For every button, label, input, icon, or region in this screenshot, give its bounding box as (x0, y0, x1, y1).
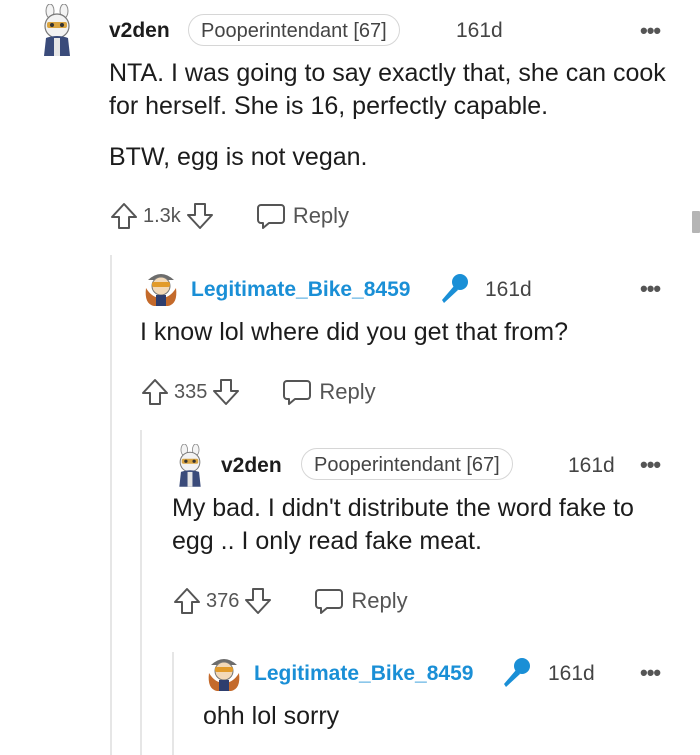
reply-icon (281, 377, 313, 407)
vote-score: 335 (174, 380, 208, 403)
user-flair: Pooperintendant [67] (301, 448, 513, 480)
reply-button[interactable]: Reply (313, 586, 408, 616)
comment-age: 161d (485, 278, 532, 301)
avatar[interactable] (203, 653, 245, 693)
reply-button[interactable]: Reply (255, 201, 349, 231)
avatar[interactable] (36, 4, 78, 60)
comment-age: 161d (568, 454, 615, 477)
thread-line (140, 430, 142, 755)
reply-icon (255, 201, 287, 231)
comment-age: 161d (456, 19, 503, 42)
reply-label: Reply (319, 379, 376, 404)
author-name[interactable]: Legitimate_Bike_8459 (191, 278, 410, 302)
scrollbar-thumb[interactable] (692, 211, 700, 233)
comment-paragraph: ohh lol sorry (203, 702, 340, 730)
user-flair: Pooperintendant [67] (188, 14, 400, 46)
upvote-icon[interactable] (140, 377, 170, 407)
upvote-icon[interactable] (109, 201, 139, 231)
reply-button[interactable]: Reply (281, 377, 376, 407)
comment-paragraph: BTW, egg is not vegan. (109, 143, 368, 171)
action-bar: 335 Reply (140, 375, 376, 409)
action-bar: 376 Reply (172, 584, 408, 618)
author-name[interactable]: Legitimate_Bike_8459 (254, 662, 473, 686)
avatar[interactable] (172, 444, 208, 490)
vote-score: 1.3k (143, 204, 181, 227)
microphone-icon[interactable] (436, 271, 472, 307)
downvote-icon[interactable] (211, 377, 241, 407)
downvote-icon[interactable] (243, 586, 273, 616)
vote-score: 376 (206, 589, 240, 612)
reply-label: Reply (351, 588, 408, 613)
action-bar: 1.3k Reply (109, 199, 349, 233)
more-options-icon[interactable]: ••• (640, 660, 661, 686)
more-options-icon[interactable]: ••• (640, 276, 661, 302)
more-options-icon[interactable]: ••• (640, 452, 661, 478)
more-options-icon[interactable]: ••• (640, 18, 661, 44)
downvote-icon[interactable] (185, 201, 215, 231)
microphone-icon[interactable] (498, 655, 534, 691)
thread-line (172, 652, 174, 755)
comment-paragraph: I know lol where did you get that from? (140, 318, 569, 346)
thread-line (110, 255, 112, 755)
comment-paragraph: My bad. I didn't distribute the word fak… (172, 494, 634, 555)
author-name[interactable]: v2den (109, 19, 170, 43)
author-name[interactable]: v2den (221, 454, 282, 478)
comment-age: 161d (548, 662, 595, 685)
comment-paragraph: NTA. I was going to say exactly that, sh… (109, 59, 666, 120)
avatar[interactable] (140, 268, 182, 308)
upvote-icon[interactable] (172, 586, 202, 616)
reply-label: Reply (292, 203, 350, 228)
reply-icon (313, 586, 345, 616)
